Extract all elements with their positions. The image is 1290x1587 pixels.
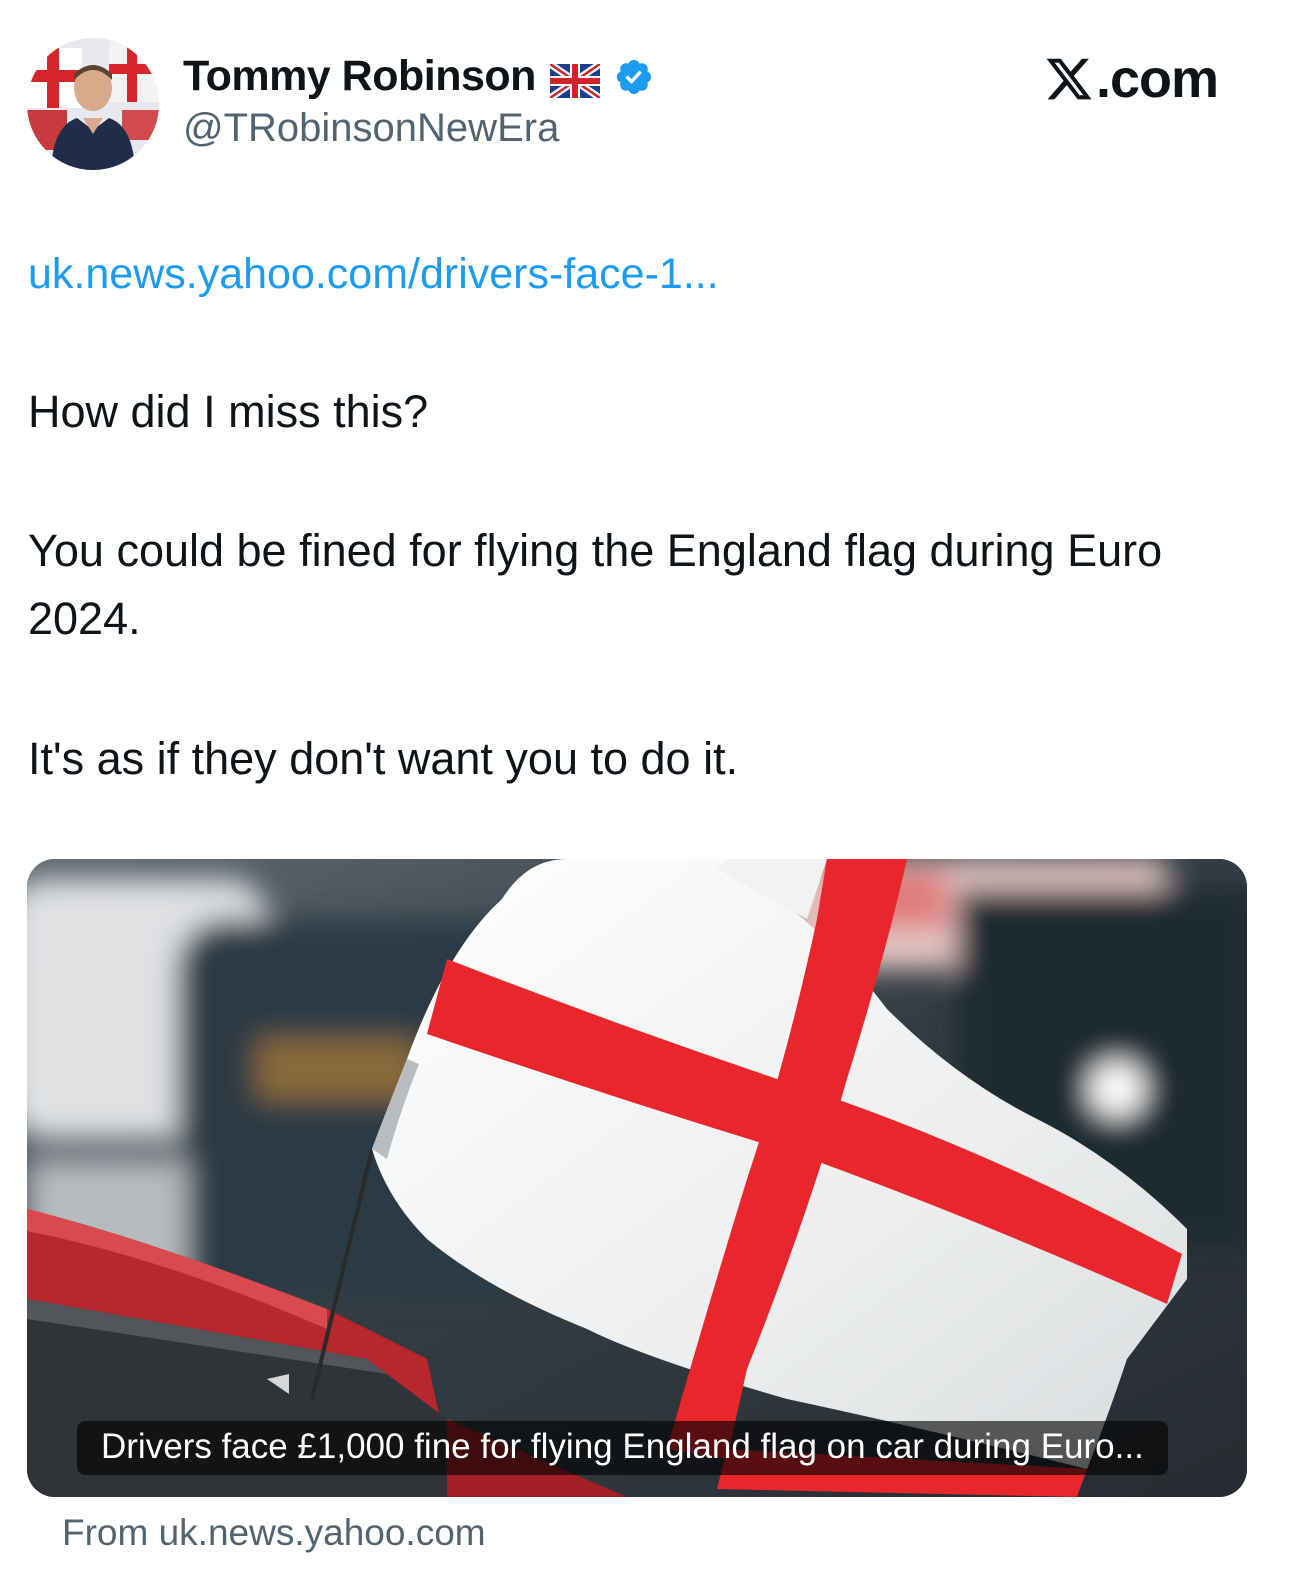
brand-domain-text: .com	[1095, 49, 1219, 109]
verified-badge-icon	[614, 57, 654, 97]
tweet-text-line-3: It's as if they don't want you to do it.	[28, 733, 739, 784]
author-handle[interactable]: @TRobinsonNewEra	[183, 106, 559, 151]
card-source[interactable]: From uk.news.yahoo.com	[62, 1512, 486, 1554]
uk-flag-icon	[547, 60, 602, 101]
article-link[interactable]: uk.news.yahoo.com/drivers-face-1...	[28, 250, 719, 299]
author-display-name[interactable]: Tommy Robinson	[183, 52, 536, 101]
avatar-photo	[27, 38, 159, 170]
author-avatar[interactable]	[27, 38, 159, 170]
x-logo-icon	[1044, 54, 1094, 104]
card-image-england-flag	[27, 859, 1247, 1497]
card-caption: Drivers face £1,000 fine for flying Engl…	[77, 1421, 1168, 1475]
author-name-row[interactable]: Tommy Robinson	[183, 52, 654, 101]
tweet-screenshot: Tommy Robinson @TRobinsonNewEra .com uk.…	[0, 0, 1290, 1587]
x-com-logo: .com	[1044, 48, 1219, 110]
tweet-text-line-2: You could be fined for flying the Englan…	[28, 525, 1163, 644]
tweet-text-line-1: How did I miss this?	[28, 386, 429, 437]
link-preview-card[interactable]: Drivers face £1,000 fine for flying Engl…	[27, 859, 1247, 1497]
